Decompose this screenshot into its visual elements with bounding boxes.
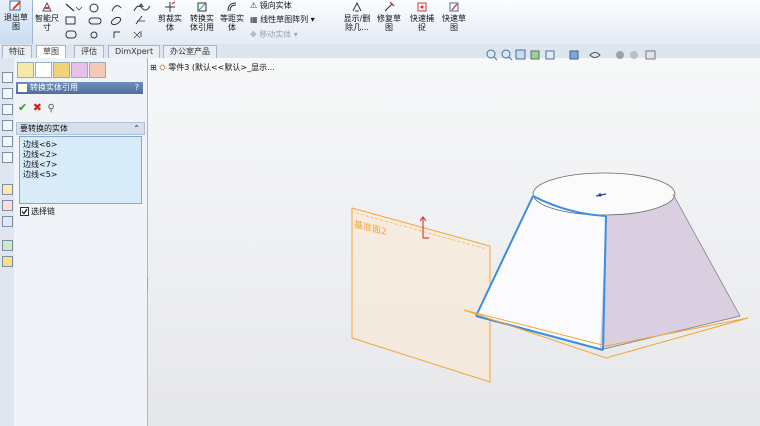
snap-icon bbox=[417, 2, 427, 12]
property-title: 转换实体引用 bbox=[30, 83, 78, 92]
property-title-bar: 转换实体引用 ? bbox=[16, 82, 143, 94]
trim-label: 剪裁实 体 bbox=[158, 14, 182, 32]
fillet-icon[interactable] bbox=[65, 30, 77, 39]
ok-check-icon[interactable]: ✔ bbox=[18, 101, 27, 114]
pushpin-icon[interactable]: ⚲ bbox=[48, 103, 55, 114]
rectangle-icon[interactable] bbox=[65, 16, 76, 25]
mirror-entities-button[interactable]: ⚠ 镜向实体 bbox=[250, 1, 292, 11]
group-title: 要转换的实体 bbox=[20, 124, 68, 133]
exit-sketch-label: 退出草 图 bbox=[4, 13, 28, 31]
collapse-chevron-icon[interactable]: ⌃ bbox=[133, 123, 140, 134]
view-front-icon[interactable] bbox=[2, 88, 13, 99]
frustum-part[interactable] bbox=[463, 172, 749, 359]
ellipse-icon[interactable] bbox=[90, 31, 98, 39]
select-chain-label: 选择链 bbox=[31, 207, 55, 216]
dropdown-arrow-icon[interactable]: ▾ bbox=[291, 30, 298, 39]
slot-icon[interactable] bbox=[88, 17, 102, 25]
select-chain-checkbox[interactable]: 选择链 bbox=[20, 207, 55, 217]
exit-sketch-button[interactable]: 退出草 图 bbox=[0, 0, 33, 44]
linear-pattern-button[interactable]: ▦ 线性草图阵列 ▾ bbox=[250, 15, 315, 25]
polygon-icon[interactable] bbox=[110, 16, 122, 26]
display-delete-relations-button[interactable]: 显示/删 除几... bbox=[340, 1, 374, 32]
rapid-sketch-button[interactable]: 快速草 图 bbox=[440, 1, 468, 32]
convert-entities-icon bbox=[18, 84, 27, 92]
repair-label: 修复草 图 bbox=[377, 14, 401, 32]
view-cube-icon[interactable] bbox=[2, 72, 13, 83]
action-buttons: ✔ ✖ ⚲ bbox=[18, 101, 55, 115]
display-tab-icon[interactable] bbox=[89, 62, 106, 78]
view-iso-icon[interactable] bbox=[2, 136, 13, 147]
property-manager: 转换实体引用 ? ✔ ✖ ⚲ 要转换的实体 ⌃ 边线<6> 边线<2> 边线<7… bbox=[14, 58, 148, 426]
repair-sketch-button[interactable]: 修复草 图 bbox=[375, 1, 403, 32]
exit-sketch-icon bbox=[9, 0, 21, 11]
smart-dimension-label: 智能尺 寸 bbox=[35, 14, 59, 32]
feature-tree-tab-icon[interactable] bbox=[17, 62, 34, 78]
view-top-icon[interactable] bbox=[2, 104, 13, 115]
arc-icon[interactable] bbox=[111, 5, 122, 12]
cancel-x-icon[interactable]: ✖ bbox=[33, 101, 42, 114]
dropdown-arrow-icon[interactable]: ▾ bbox=[308, 15, 315, 24]
rapid-sketch-label: 快速草 图 bbox=[442, 14, 466, 32]
checkmark-icon bbox=[21, 208, 28, 215]
group-header-entities[interactable]: 要转换的实体 ⌃ bbox=[16, 122, 145, 135]
smart-dimension-icon bbox=[42, 1, 52, 12]
sketch-side-toolbar bbox=[0, 58, 15, 426]
view-right-icon[interactable] bbox=[2, 120, 13, 131]
help-icon[interactable]: ? bbox=[135, 82, 139, 94]
manager-tabs bbox=[14, 62, 147, 78]
convert-entities-icon bbox=[197, 2, 207, 12]
mirror-icon: ⚠ bbox=[250, 1, 260, 10]
dimxpert-tab-icon[interactable] bbox=[71, 62, 88, 78]
view-normal-icon[interactable] bbox=[2, 152, 13, 163]
model-scene bbox=[351, 172, 749, 383]
tab-dimxpert[interactable]: DimXpert bbox=[108, 45, 161, 58]
entities-listbox[interactable]: 边线<6> 边线<2> 边线<7> 边线<5> bbox=[19, 136, 142, 204]
move-entities-button[interactable]: ✥ 移动实体 ▾ bbox=[250, 30, 298, 40]
checkbox-box[interactable] bbox=[20, 207, 29, 216]
trim-entities-button[interactable]: 剪裁实 体 bbox=[155, 1, 185, 32]
move-label: 移动实体 bbox=[259, 30, 292, 39]
line-icon[interactable] bbox=[65, 3, 83, 12]
show-delete-label: 显示/删 除几... bbox=[343, 14, 371, 32]
circle-icon[interactable] bbox=[89, 3, 99, 13]
repair-icon bbox=[384, 1, 395, 12]
quick-snap-label: 快速捕 捉 bbox=[410, 14, 434, 32]
list-item[interactable]: 边线<5> bbox=[23, 170, 58, 180]
tab-office-products[interactable]: 办公室产品 bbox=[163, 45, 217, 58]
offset-icon bbox=[227, 2, 237, 12]
quick-snaps-button[interactable]: 快速捕 捉 bbox=[408, 1, 436, 32]
sketch-tool-icon[interactable] bbox=[2, 184, 13, 195]
linear-pattern-label: 线性草图阵列 bbox=[260, 15, 309, 24]
rapid-sketch-icon bbox=[449, 2, 459, 12]
mirror-label: 镜向实体 bbox=[259, 1, 292, 10]
block-tool-icon[interactable] bbox=[2, 256, 13, 267]
trim-icon bbox=[165, 1, 176, 12]
convert-entities-button[interactable]: 转换实 体引用 bbox=[186, 1, 218, 32]
hide-show-icon[interactable] bbox=[589, 52, 601, 58]
list-item[interactable]: 边线<7> bbox=[23, 160, 58, 170]
list-item[interactable]: 边线<6> bbox=[23, 140, 58, 150]
display-relations-icon[interactable] bbox=[136, 1, 146, 43]
tab-features[interactable]: 特征 bbox=[2, 45, 32, 58]
layer-tool-icon[interactable] bbox=[2, 240, 13, 251]
offset-entities-button[interactable]: 等距实 体 bbox=[218, 1, 246, 32]
dimension-tool-icon[interactable] bbox=[2, 200, 13, 211]
offset-label: 等距实 体 bbox=[220, 14, 244, 32]
convert-label: 转换实 体引用 bbox=[190, 14, 214, 32]
property-manager-tab-icon[interactable] bbox=[35, 62, 52, 78]
smart-dimension-button[interactable]: 智能尺 寸 bbox=[33, 1, 61, 32]
tab-sketch[interactable]: 草图 bbox=[36, 45, 66, 58]
list-item[interactable]: 边线<2> bbox=[23, 150, 58, 160]
tab-evaluate[interactable]: 评估 bbox=[74, 45, 104, 58]
relations-tool-icon[interactable] bbox=[2, 216, 13, 227]
text-icon[interactable] bbox=[113, 31, 120, 38]
linear-pattern-icon: ▦ bbox=[250, 15, 261, 24]
command-manager-ribbon: 退出草 图 智能尺 寸 剪裁实 体 转换实 体引用 等距实 体 ⚠ 镜向实体 ▦… bbox=[0, 0, 760, 45]
configuration-tab-icon[interactable] bbox=[53, 62, 70, 78]
relations-icon bbox=[352, 1, 362, 12]
move-icon: ✥ bbox=[250, 30, 260, 39]
